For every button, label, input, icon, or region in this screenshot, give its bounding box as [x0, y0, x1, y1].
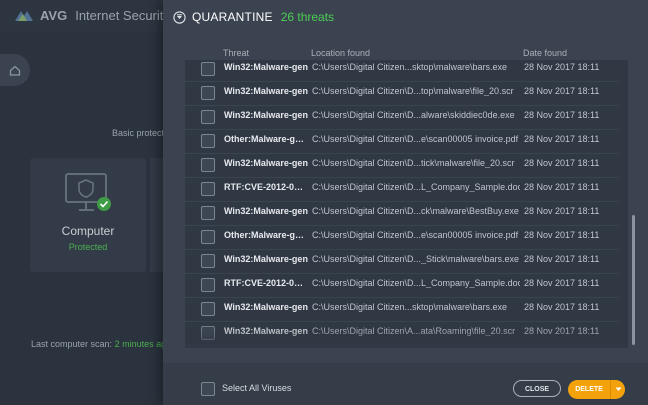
threat-list[interactable]: Win32:Malware-gen C:\Users\Digital Citiz… — [185, 60, 628, 348]
threat-location: C:\Users\Digital Citizen\D...tick\malwar… — [312, 158, 515, 168]
threat-count: 26 threats — [280, 10, 335, 24]
computer-card-title: Computer — [61, 224, 115, 238]
last-scan-value: 2 minutes ag — [114, 339, 167, 349]
table-row[interactable]: Win32:Malware-gen C:\Users\Digital Citiz… — [185, 105, 619, 130]
home-button[interactable] — [0, 54, 30, 86]
select-all-checkbox[interactable] — [201, 382, 215, 396]
column-header-threat[interactable]: Threat — [223, 48, 249, 58]
row-checkbox[interactable] — [201, 254, 215, 268]
threat-date: 28 Nov 2017 18:11 — [524, 182, 600, 192]
computer-card-status: Protected — [68, 242, 108, 252]
threat-date: 28 Nov 2017 18:11 — [524, 206, 600, 216]
row-checkbox[interactable] — [201, 302, 215, 316]
threat-name: Win32:Malware-gen — [224, 158, 308, 168]
threat-location: C:\Users\Digital Citizen\D...ck\malware\… — [312, 206, 519, 216]
threat-name: Win32:Malware-gen — [224, 62, 308, 72]
threat-name: Other:Malware-gen... — [224, 230, 308, 240]
app-logo: AVG Internet Security — [14, 8, 170, 23]
product-name: Internet Security — [75, 8, 170, 23]
chevron-down-icon — [615, 387, 621, 391]
table-row[interactable]: RTF:CVE-2012-015... C:\Users\Digital Cit… — [185, 177, 619, 202]
row-checkbox[interactable] — [201, 134, 215, 148]
brand-name: AVG — [40, 8, 68, 23]
avg-logo-icon — [15, 10, 33, 21]
row-checkbox[interactable] — [201, 62, 215, 76]
threat-date: 28 Nov 2017 18:11 — [524, 254, 600, 264]
computer-card[interactable]: Computer Protected — [30, 158, 146, 272]
table-row[interactable]: Win32:Malware-gen C:\Users\Digital Citiz… — [185, 60, 619, 82]
last-scan-info: Last computer scan: 2 minutes ag — [31, 339, 166, 349]
quarantine-title: QUARANTINE — [192, 10, 273, 24]
threat-name: Win32:Malware-gen — [224, 254, 308, 264]
threat-location: C:\Users\Digital Citizen\D...top\malware… — [312, 86, 514, 96]
threat-name: RTF:CVE-2012-015... — [224, 278, 308, 288]
threat-name: Win32:Malware-gen — [224, 326, 308, 336]
collapse-arrow-icon[interactable] — [173, 10, 186, 24]
threat-date: 28 Nov 2017 18:11 — [524, 302, 600, 312]
home-icon — [9, 65, 21, 76]
threat-location: C:\Users\Digital Citizen\D..._Stick\malw… — [312, 254, 520, 264]
quarantine-header: QUARANTINE 26 threats — [173, 8, 334, 26]
threat-name: Win32:Malware-gen — [224, 86, 308, 96]
monitor-shield-icon — [65, 173, 111, 211]
threat-date: 28 Nov 2017 18:11 — [524, 134, 600, 144]
close-button[interactable]: CLOSE — [513, 380, 561, 397]
threat-date: 28 Nov 2017 18:11 — [524, 158, 600, 168]
threat-location: C:\Users\Digital Citizen\D...L_Company_S… — [312, 278, 520, 288]
threat-date: 28 Nov 2017 18:11 — [524, 62, 600, 72]
table-row[interactable]: Win32:Malware-gen C:\Users\Digital Citiz… — [185, 81, 619, 106]
threat-location: C:\Users\Digital Citizen\D...L_Company_S… — [312, 182, 520, 192]
select-all-label[interactable]: Select All Viruses — [222, 383, 291, 393]
table-row[interactable]: RTF:CVE-2012-015... C:\Users\Digital Cit… — [185, 273, 619, 298]
table-row[interactable]: Other:Malware-gen... C:\Users\Digital Ci… — [185, 129, 619, 154]
row-checkbox[interactable] — [201, 158, 215, 172]
threat-location: C:\Users\Digital Citizen...sktop\malware… — [312, 302, 508, 312]
threat-name: Win32:Malware-gen — [224, 206, 308, 216]
table-row[interactable]: Other:Malware-gen... C:\Users\Digital Ci… — [185, 225, 619, 250]
list-scrollbar-thumb[interactable] — [632, 215, 635, 345]
threat-date: 28 Nov 2017 18:11 — [524, 326, 600, 336]
row-checkbox[interactable] — [201, 230, 215, 244]
threat-name: Other:Malware-gen... — [224, 134, 308, 144]
threat-location: C:\Users\Digital Citizen\D...e\scan00005… — [312, 230, 519, 240]
table-row[interactable]: Win32:Malware-gen C:\Users\Digital Citiz… — [185, 201, 619, 226]
threat-location: C:\Users\Digital Citizen\D...alware\skid… — [312, 110, 515, 120]
table-row[interactable]: Win32:Malware-gen C:\Users\Digital Citiz… — [185, 297, 619, 322]
threat-date: 28 Nov 2017 18:11 — [524, 278, 600, 288]
table-row[interactable]: Win32:Malware-gen C:\Users\Digital Citiz… — [185, 249, 619, 274]
column-header-location[interactable]: Location found — [311, 48, 370, 58]
basic-protection-label: Basic protect — [112, 128, 165, 138]
threat-name: Win32:Malware-gen — [224, 302, 308, 312]
last-scan-label: Last computer scan: — [31, 339, 113, 349]
row-checkbox[interactable] — [201, 86, 215, 100]
threat-date: 28 Nov 2017 18:11 — [524, 110, 600, 120]
threat-date: 28 Nov 2017 18:11 — [524, 86, 600, 96]
row-checkbox[interactable] — [201, 182, 215, 196]
threat-name: RTF:CVE-2012-015... — [224, 182, 308, 192]
threat-location: C:\Users\Digital Citizen...sktop\malware… — [312, 62, 508, 72]
column-header-date[interactable]: Date found — [523, 48, 567, 58]
row-checkbox[interactable] — [201, 326, 215, 340]
row-checkbox[interactable] — [201, 110, 215, 124]
threat-location: C:\Users\Digital Citizen\A...ata\Roaming… — [312, 326, 516, 336]
table-row[interactable]: Win32:Malware-gen C:\Users\Digital Citiz… — [185, 321, 619, 346]
threat-location: C:\Users\Digital Citizen\D...e\scan00005… — [312, 134, 519, 144]
table-row[interactable]: Win32:Malware-gen C:\Users\Digital Citiz… — [185, 153, 619, 178]
delete-button[interactable]: DELETE — [568, 380, 610, 399]
threat-name: Win32:Malware-gen — [224, 110, 308, 120]
row-checkbox[interactable] — [201, 278, 215, 292]
row-checkbox[interactable] — [201, 206, 215, 220]
threat-date: 28 Nov 2017 18:11 — [524, 230, 600, 240]
